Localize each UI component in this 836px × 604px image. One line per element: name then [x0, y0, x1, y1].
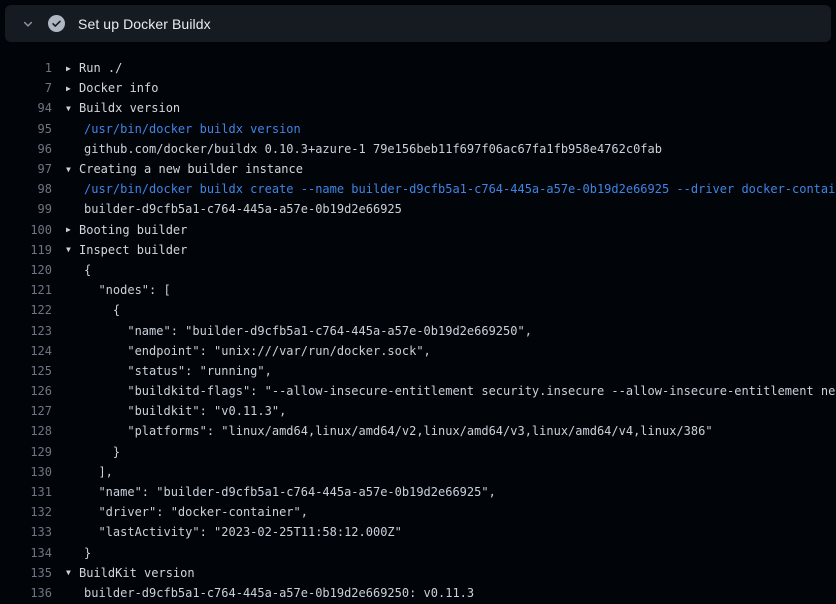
line-number[interactable]: 97	[0, 162, 52, 176]
line-text: "buildkit": "v0.11.3",	[84, 404, 286, 418]
line-text: Docker info	[79, 81, 158, 95]
log-line: 95 /usr/bin/docker buildx version	[0, 119, 836, 139]
line-text: Inspect builder	[79, 243, 187, 257]
step-title: Set up Docker Buildx	[78, 16, 211, 32]
log-line: 98 /usr/bin/docker buildx create --name …	[0, 179, 836, 199]
line-number[interactable]: 99	[0, 202, 52, 216]
log-line: 136 builder-d9cfb5a1-c764-445a-a57e-0b19…	[0, 583, 836, 603]
group-expanded-icon[interactable]: ▼	[66, 104, 79, 113]
line-text: }	[84, 445, 120, 459]
line-text: {	[84, 263, 91, 277]
chevron-down-icon[interactable]	[21, 17, 35, 31]
line-number[interactable]: 1	[0, 61, 52, 75]
log-line: 123 "name": "builder-d9cfb5a1-c764-445a-…	[0, 320, 836, 340]
log-line: 130 ],	[0, 462, 836, 482]
log-line: 120 {	[0, 260, 836, 280]
log-line: 128 "platforms": "linux/amd64,linux/amd6…	[0, 421, 836, 441]
line-text: "name": "builder-d9cfb5a1-c764-445a-a57e…	[84, 324, 532, 338]
log-line: 126 "buildkitd-flags": "--allow-insecure…	[0, 381, 836, 401]
line-number[interactable]: 96	[0, 142, 52, 156]
line-number[interactable]: 130	[0, 465, 52, 479]
line-number[interactable]: 129	[0, 445, 52, 459]
group-expanded-icon[interactable]: ▼	[66, 245, 79, 254]
line-text: Run ./	[79, 61, 122, 75]
log-line: 121 "nodes": [	[0, 280, 836, 300]
log-line[interactable]: 119 ▼ Inspect builder	[0, 240, 836, 260]
line-text: ],	[84, 465, 113, 479]
line-text: github.com/docker/buildx 0.10.3+azure-1 …	[84, 142, 662, 156]
log-line: 127 "buildkit": "v0.11.3",	[0, 401, 836, 421]
line-number[interactable]: 95	[0, 122, 52, 136]
log-line: 96 github.com/docker/buildx 0.10.3+azure…	[0, 139, 836, 159]
line-text: builder-d9cfb5a1-c764-445a-a57e-0b19d2e6…	[84, 586, 474, 600]
log-line: 134 }	[0, 543, 836, 563]
log-line[interactable]: 135 ▼ BuildKit version	[0, 563, 836, 583]
line-number[interactable]: 131	[0, 485, 52, 499]
line-text: "name": "builder-d9cfb5a1-c764-445a-a57e…	[84, 485, 496, 499]
check-circle-icon	[48, 15, 65, 32]
line-text: /usr/bin/docker buildx create --name bui…	[84, 182, 836, 196]
line-text: "buildkitd-flags": "--allow-insecure-ent…	[84, 384, 836, 398]
log-line: 129 }	[0, 442, 836, 462]
line-text: "lastActivity": "2023-02-25T11:58:12.000…	[84, 525, 402, 539]
line-number[interactable]: 100	[0, 223, 52, 237]
log-line: 133 "lastActivity": "2023-02-25T11:58:12…	[0, 522, 836, 542]
line-number[interactable]: 120	[0, 263, 52, 277]
log-line[interactable]: 7 ▶ Docker info	[0, 78, 836, 98]
group-collapsed-icon[interactable]: ▶	[66, 84, 79, 93]
line-text: Booting builder	[79, 223, 187, 237]
line-number[interactable]: 135	[0, 566, 52, 580]
line-text: "platforms": "linux/amd64,linux/amd64/v2…	[84, 424, 713, 438]
line-text: {	[84, 303, 120, 317]
line-number[interactable]: 132	[0, 505, 52, 519]
line-number[interactable]: 98	[0, 182, 52, 196]
log-line[interactable]: 94 ▼ Buildx version	[0, 98, 836, 118]
line-number[interactable]: 124	[0, 344, 52, 358]
log-line: 132 "driver": "docker-container",	[0, 502, 836, 522]
line-number[interactable]: 121	[0, 283, 52, 297]
log-line: 124 "endpoint": "unix:///var/run/docker.…	[0, 341, 836, 361]
line-number[interactable]: 122	[0, 303, 52, 317]
line-text: "nodes": [	[84, 283, 171, 297]
log-line: 99 builder-d9cfb5a1-c764-445a-a57e-0b19d…	[0, 199, 836, 219]
line-number[interactable]: 125	[0, 364, 52, 378]
line-text: builder-d9cfb5a1-c764-445a-a57e-0b19d2e6…	[84, 202, 402, 216]
line-text: Creating a new builder instance	[79, 162, 303, 176]
log-line[interactable]: 100 ▶ Booting builder	[0, 220, 836, 240]
group-collapsed-icon[interactable]: ▶	[66, 225, 79, 234]
log-line: 131 "name": "builder-d9cfb5a1-c764-445a-…	[0, 482, 836, 502]
group-collapsed-icon[interactable]: ▶	[66, 64, 79, 73]
line-text: Buildx version	[79, 101, 180, 115]
line-number[interactable]: 134	[0, 546, 52, 560]
line-text: "status": "running",	[84, 364, 272, 378]
line-text: "driver": "docker-container",	[84, 505, 308, 519]
line-number[interactable]: 128	[0, 424, 52, 438]
line-number[interactable]: 127	[0, 404, 52, 418]
line-text: /usr/bin/docker buildx version	[84, 122, 301, 136]
line-number[interactable]: 136	[0, 586, 52, 600]
line-number[interactable]: 123	[0, 324, 52, 338]
line-text: "endpoint": "unix:///var/run/docker.sock…	[84, 344, 431, 358]
line-number[interactable]: 119	[0, 243, 52, 257]
log-line: 125 "status": "running",	[0, 361, 836, 381]
line-text: BuildKit version	[79, 566, 195, 580]
log-lines: 1 ▶ Run ./ 7 ▶ Docker info 94 ▼ Buildx v…	[0, 58, 836, 603]
step-header-toggle[interactable]: Set up Docker Buildx	[5, 5, 831, 42]
group-expanded-icon[interactable]: ▼	[66, 165, 79, 174]
line-number[interactable]: 126	[0, 384, 52, 398]
line-number[interactable]: 133	[0, 525, 52, 539]
log-line[interactable]: 1 ▶ Run ./	[0, 58, 836, 78]
log-line[interactable]: 97 ▼ Creating a new builder instance	[0, 159, 836, 179]
group-expanded-icon[interactable]: ▼	[66, 568, 79, 577]
line-number[interactable]: 94	[0, 101, 52, 115]
log-line: 122 {	[0, 300, 836, 320]
line-text: }	[84, 546, 91, 560]
line-number[interactable]: 7	[0, 81, 52, 95]
